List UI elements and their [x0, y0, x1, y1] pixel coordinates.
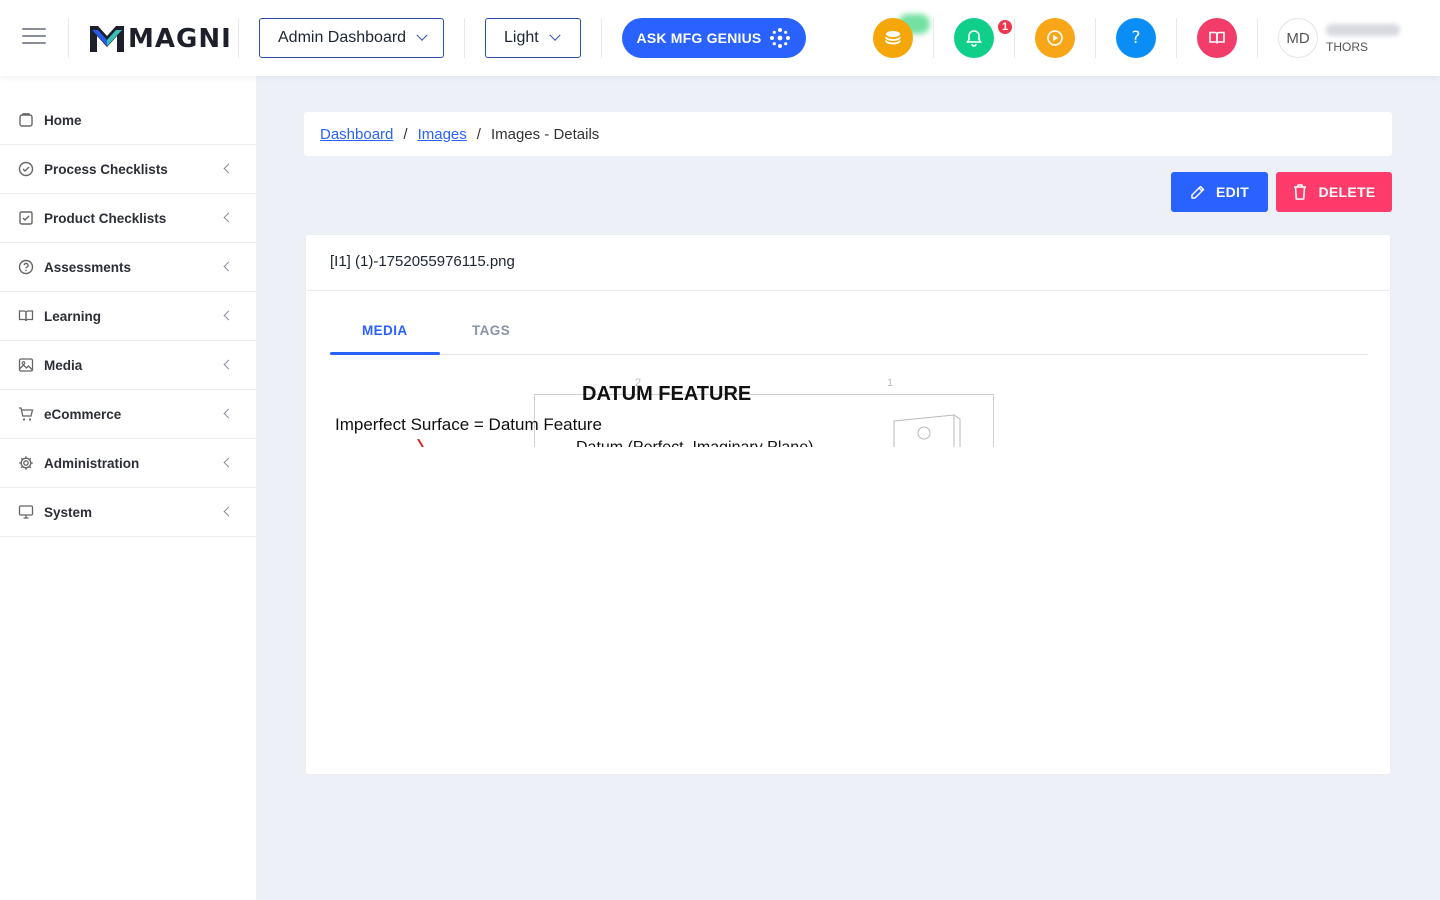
sidebar-item-label: System [44, 504, 93, 520]
diagram-number: 1 [887, 377, 894, 389]
logo-text: MAGNI [128, 24, 232, 54]
chevron-down-icon [416, 29, 428, 41]
image-filename: [I1] (1)-1752055976115.png [330, 253, 515, 270]
sidebar-item-label: Product Checklists [44, 210, 167, 226]
user-org: THORS [1326, 40, 1368, 54]
chevron-left-icon [223, 212, 234, 223]
divider [1257, 18, 1258, 58]
gear-icon [18, 455, 34, 471]
sidebar-item-assessments[interactable]: Assessments [0, 243, 256, 292]
sidebar-item-label: Assessments [44, 259, 132, 275]
delete-button[interactable]: DELETE [1276, 172, 1392, 212]
ask-mfg-genius-button[interactable]: ASK MFG GENIUS [622, 18, 806, 58]
image-icon [18, 357, 34, 373]
diagram-label: Imperfect Surface = Datum Feature [335, 415, 602, 434]
pencil-icon [1191, 185, 1205, 199]
chevron-left-icon [223, 163, 234, 174]
check-circle-icon [18, 161, 34, 177]
help-icon: ? [1131, 28, 1141, 48]
video-tour-button[interactable] [1035, 18, 1075, 58]
avatar[interactable]: MD [1278, 18, 1318, 58]
delete-button-label: DELETE [1318, 184, 1376, 200]
breadcrumb-current: Images - Details [490, 125, 600, 143]
notifications-button[interactable] [954, 18, 994, 58]
tab-media[interactable]: MEDIA [362, 323, 408, 338]
ask-button-label: ASK MFG GENIUS [636, 30, 762, 46]
divider [68, 18, 69, 58]
coins-icon [885, 31, 901, 45]
divider [1176, 18, 1177, 58]
bell-icon [966, 30, 982, 47]
sidebar-item-label: Administration [44, 455, 140, 471]
book-open-icon [18, 308, 34, 324]
sidebar-item-administration[interactable]: Administration [0, 439, 256, 488]
edit-button[interactable]: EDIT [1171, 172, 1268, 212]
divider [601, 18, 602, 58]
book-icon [1209, 31, 1225, 44]
dashboard-select[interactable]: Admin Dashboard [259, 18, 444, 58]
media-preview-image: 2 1 DATUM FEATURE Imperfect Surface = Da… [330, 377, 1030, 447]
sidebar-item-product-checklists[interactable]: Product Checklists [0, 194, 256, 243]
chevron-left-icon [223, 261, 234, 272]
chevron-down-icon [549, 29, 561, 41]
diagram-label: Datum (Perfect, Imaginary Plane) [576, 439, 813, 447]
trash-icon [1294, 184, 1307, 200]
logo-mark-icon [90, 26, 124, 52]
user-name-redacted [1326, 24, 1400, 36]
breadcrumb-images-link[interactable]: Images [418, 126, 467, 143]
help-button[interactable]: ? [1116, 18, 1156, 58]
docs-button[interactable] [1197, 18, 1237, 58]
chevron-left-icon [223, 359, 234, 370]
dashboard-select-value: Admin Dashboard [278, 29, 407, 46]
red-arrow-mark [417, 439, 424, 447]
sidebar-item-process-checklists[interactable]: Process Checklists [0, 145, 256, 194]
divider [238, 18, 239, 58]
divider [933, 18, 934, 58]
chevron-left-icon [223, 506, 234, 517]
divider [464, 18, 465, 58]
help-circle-icon [18, 259, 34, 275]
chevron-left-icon [223, 408, 234, 419]
notification-badge: 1 [996, 18, 1014, 36]
sidebar-item-system[interactable]: System [0, 488, 256, 537]
divider [306, 290, 1390, 291]
tab-tags[interactable]: TAGS [472, 323, 510, 338]
coins-button[interactable] [873, 18, 913, 58]
image-details-card: [I1] (1)-1752055976115.png MEDIA TAGS 2 … [305, 234, 1391, 775]
breadcrumb-dashboard-link[interactable]: Dashboard [320, 126, 393, 143]
brand-logo[interactable]: MAGNI [90, 24, 232, 54]
diagram-title: DATUM FEATURE [582, 383, 752, 405]
chevron-left-icon [223, 457, 234, 468]
top-header: MAGNI Admin Dashboard Light ASK MFG GENI… [0, 0, 1440, 76]
breadcrumb: Dashboard / Images / Images - Details [304, 112, 1392, 156]
home-icon [18, 112, 34, 128]
tab-underline [330, 354, 1368, 355]
theme-select[interactable]: Light [485, 18, 581, 58]
theme-select-value: Light [504, 29, 539, 46]
diagram-part-sketch [893, 414, 961, 447]
breadcrumb-separator: / [476, 125, 481, 143]
sidebar-item-learning[interactable]: Learning [0, 292, 256, 341]
sidebar: Home Process Checklists Product Checklis… [0, 76, 256, 900]
play-circle-icon [1047, 30, 1063, 46]
sidebar-item-label: Learning [44, 308, 102, 324]
edit-button-label: EDIT [1215, 184, 1250, 200]
sparkle-icon [770, 28, 791, 48]
menu-toggle-icon[interactable] [22, 28, 46, 48]
check-square-icon [18, 210, 34, 226]
breadcrumb-separator: / [403, 125, 408, 143]
sidebar-item-label: Process Checklists [44, 161, 168, 177]
sidebar-item-label: eCommerce [44, 406, 122, 422]
sidebar-item-media[interactable]: Media [0, 341, 256, 390]
monitor-icon [18, 504, 34, 520]
sidebar-item-home[interactable]: Home [0, 96, 256, 145]
sidebar-item-label: Home [44, 112, 82, 128]
cart-icon [18, 406, 34, 422]
sidebar-item-label: Media [44, 357, 83, 373]
sidebar-item-ecommerce[interactable]: eCommerce [0, 390, 256, 439]
active-tab-indicator [330, 352, 440, 355]
divider [1095, 18, 1096, 58]
divider [1014, 18, 1015, 58]
chevron-left-icon [223, 310, 234, 321]
